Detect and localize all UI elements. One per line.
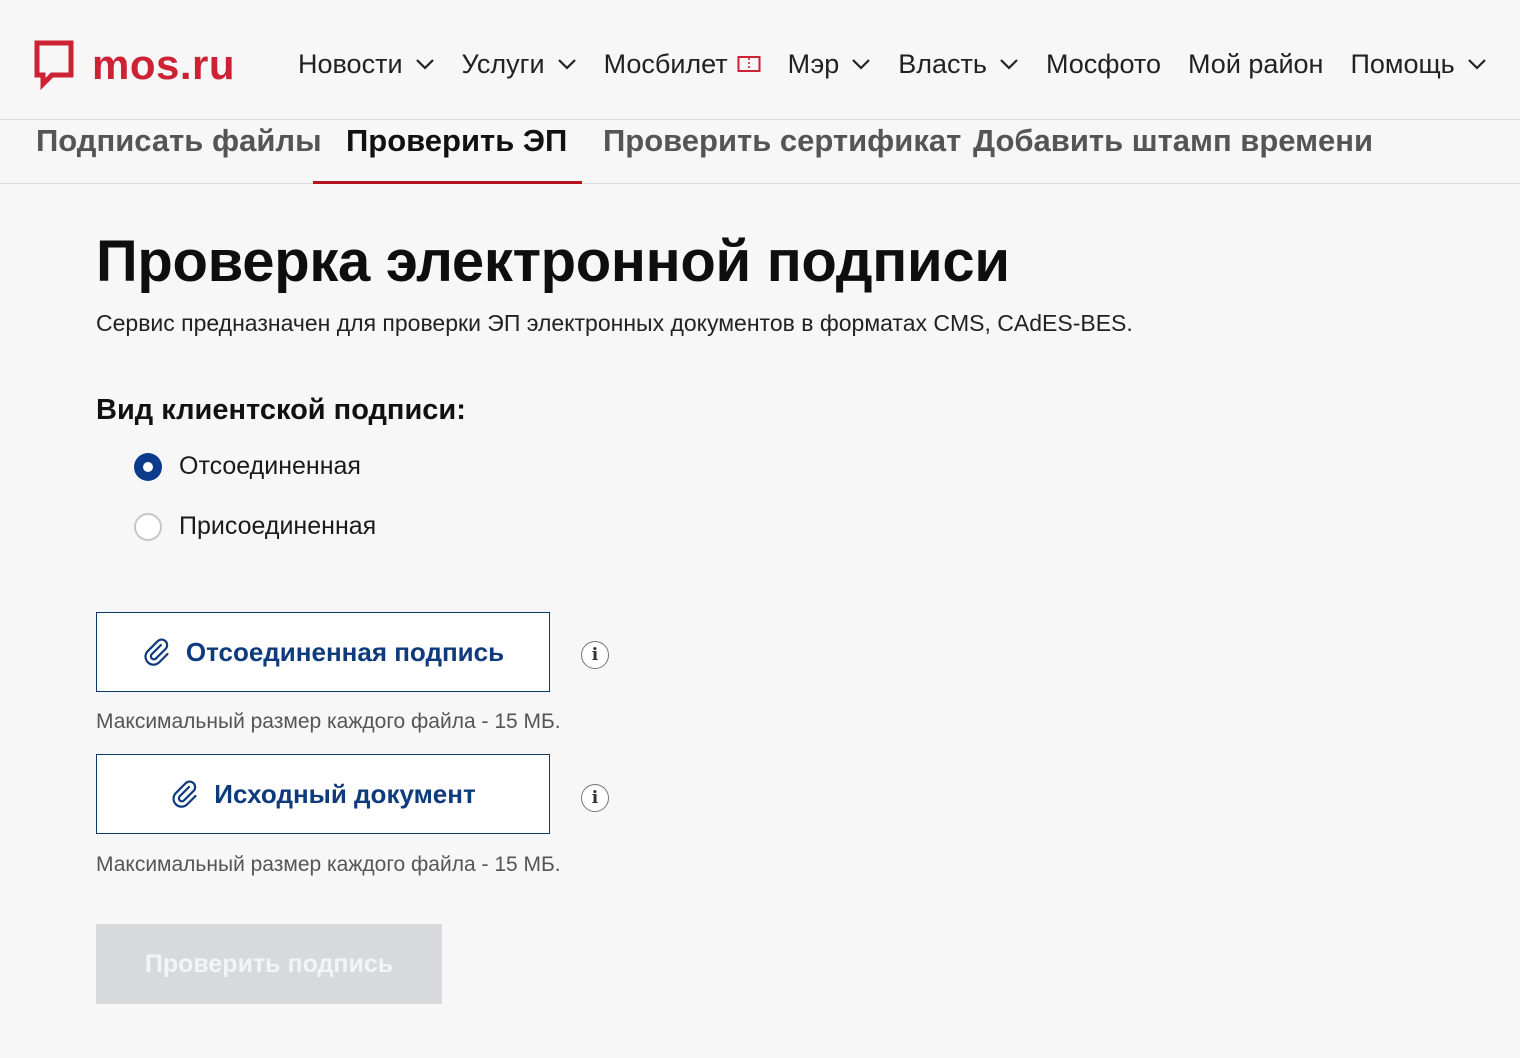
- signature-type-label: Вид клиентской подписи:: [96, 394, 466, 426]
- nav-item-news[interactable]: Новости: [298, 49, 435, 80]
- nav-item-services[interactable]: Услуги: [462, 49, 577, 80]
- radio-label: Присоединенная: [179, 512, 377, 540]
- radio-option-attached[interactable]: Присоединенная: [134, 512, 376, 541]
- file-size-hint: Максимальный размер каждого файла - 15 М…: [96, 853, 561, 876]
- verify-signature-button[interactable]: Проверить подпись: [96, 924, 442, 1004]
- nav-item-label: Мой район: [1188, 48, 1324, 79]
- main-nav: Новости Услуги Мосбилет Мэр Власть Мосфо…: [298, 44, 1487, 84]
- upload-button-label: Исходный документ: [214, 778, 476, 809]
- nav-item-mosbilet[interactable]: Мосбилет: [604, 49, 761, 80]
- nav-item-my-district[interactable]: Мой район: [1188, 49, 1323, 80]
- tab-verify-signature[interactable]: Проверить ЭП: [346, 120, 567, 184]
- file-size-hint: Максимальный размер каждого файла - 15 М…: [96, 710, 561, 733]
- info-icon[interactable]: i: [581, 784, 609, 812]
- radio-button-unchecked[interactable]: [134, 512, 162, 541]
- page-description: Сервис предназначен для проверки ЭП элек…: [96, 310, 1133, 336]
- nav-item-label: Услуги: [461, 48, 545, 79]
- page-title: Проверка электронной подписи: [96, 229, 1010, 294]
- info-icon[interactable]: i: [581, 641, 609, 669]
- tab-sign-files[interactable]: Подписать файлы: [36, 120, 322, 184]
- chevron-down-icon: [1000, 59, 1018, 70]
- nav-item-label: Помощь: [1350, 48, 1455, 79]
- tab-add-timestamp[interactable]: Добавить штамп времени: [973, 120, 1373, 184]
- upload-source-document-button[interactable]: Исходный документ: [96, 754, 550, 834]
- tab-verify-certificate[interactable]: Проверить сертификат: [603, 120, 961, 184]
- ticket-icon: [737, 56, 761, 72]
- radio-label: Отсоединенная: [179, 452, 361, 480]
- logo[interactable]: mos.ru: [34, 40, 235, 90]
- paperclip-icon: [144, 638, 169, 666]
- nav-item-mosfoto[interactable]: Мосфото: [1046, 49, 1161, 80]
- nav-item-label: Мосфото: [1045, 48, 1162, 79]
- nav-item-government[interactable]: Власть: [898, 49, 1019, 80]
- paperclip-icon: [172, 780, 197, 808]
- nav-item-label: Мосбилет: [603, 48, 728, 79]
- chevron-down-icon: [557, 59, 576, 70]
- radio-option-detached[interactable]: Отсоединенная: [134, 452, 361, 481]
- chevron-down-icon: [1467, 59, 1486, 70]
- page: mos.ru Новости Услуги Мосбилет Мэр Власт…: [0, 0, 1520, 1058]
- active-tab-indicator: [313, 181, 582, 184]
- chevron-down-icon: [415, 59, 434, 70]
- nav-item-label: Новости: [298, 48, 403, 79]
- upload-detached-signature-button[interactable]: Отсоединенная подпись: [96, 612, 550, 692]
- chevron-down-icon: [852, 59, 871, 70]
- nav-item-label: Мэр: [787, 48, 840, 79]
- mos-logo-icon: [34, 40, 74, 90]
- site-header: mos.ru Новости Услуги Мосбилет Мэр Власт…: [0, 0, 1520, 120]
- nav-item-help[interactable]: Помощь: [1350, 49, 1486, 80]
- radio-button-checked[interactable]: [134, 452, 162, 481]
- service-tabs: Подписать файлы Проверить ЭП Проверить с…: [0, 120, 1520, 184]
- nav-item-label: Власть: [898, 48, 987, 79]
- logo-text: mos.ru: [92, 41, 236, 88]
- nav-item-mayor[interactable]: Мэр: [788, 49, 872, 80]
- upload-button-label: Отсоединенная подпись: [185, 636, 505, 667]
- submit-button-label: Проверить подпись: [144, 949, 394, 978]
